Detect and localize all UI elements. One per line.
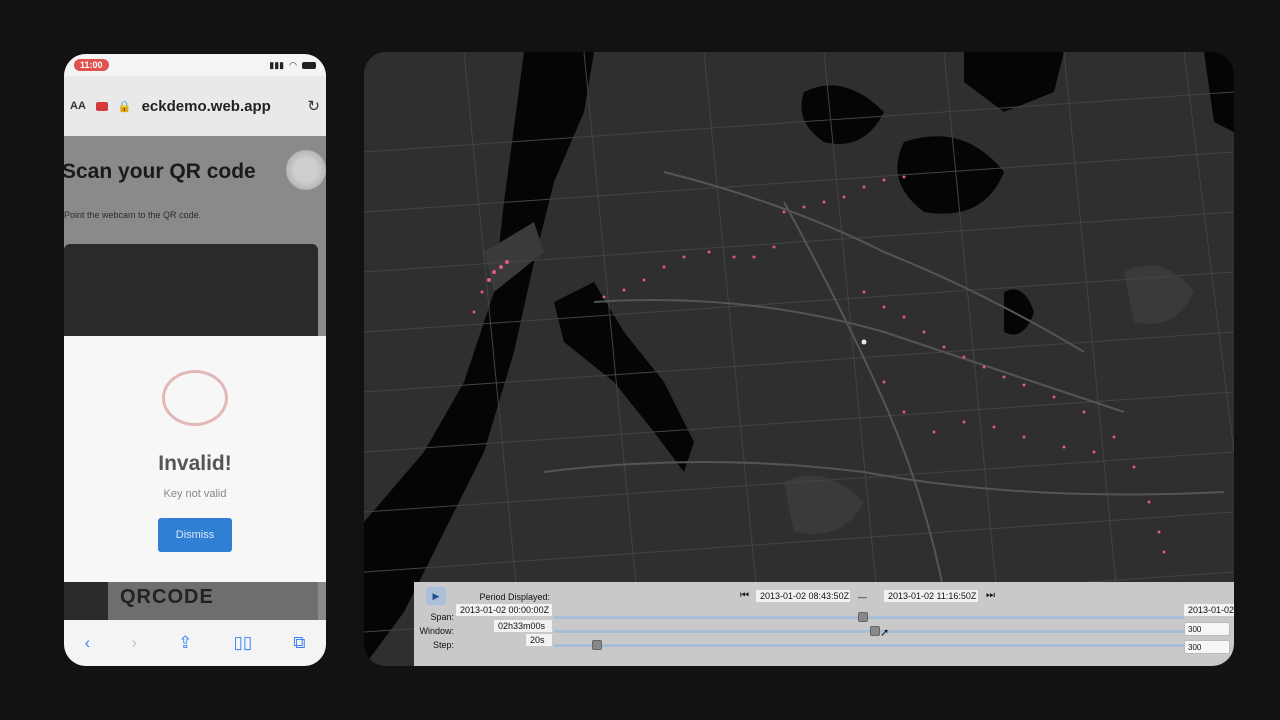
camera-active-icon[interactable] — [95, 101, 108, 111]
step-value: 20s — [526, 634, 552, 646]
span-slider-thumb[interactable] — [858, 612, 868, 622]
mouse-cursor-icon: ➚ — [880, 627, 890, 639]
window-spinbox[interactable]: 300 — [1184, 622, 1230, 636]
step-slider-thumb[interactable] — [592, 640, 602, 650]
period-label: Period Displayed: — [479, 592, 550, 602]
web-page: Scan your QR code Point the webcam to th… — [64, 136, 326, 626]
current-marker — [861, 339, 867, 345]
battery-icon — [302, 61, 316, 69]
play-icon: ▶ — [432, 590, 440, 601]
window-label: Window: — [419, 626, 454, 636]
step-label: Step: — [432, 640, 454, 650]
share-icon[interactable]: ⇪ — [178, 633, 192, 653]
browser-url-bar: AA 🔒 eckdemo.web.app ↻ — [64, 76, 326, 136]
page-subtitle: Point the webcam to the QR code. — [64, 210, 202, 220]
span-end: 2013-01-02 — [1184, 604, 1234, 616]
skip-back-icon[interactable]: ⏮ — [740, 590, 749, 601]
window-value: 02h33m00s — [494, 620, 552, 632]
lock-icon: 🔒 — [117, 100, 132, 113]
window-slider-thumb[interactable] — [870, 626, 880, 636]
signal-icon: ▮▮▮ — [269, 59, 285, 70]
forward-icon[interactable]: › — [131, 633, 137, 653]
qr-card-text: QRCODE — [120, 586, 214, 608]
map-window: ▶ Period Displayed: ⏮ 2013-01-02 08:43:5… — [364, 52, 1234, 666]
timeline-panel: ▶ Period Displayed: ⏮ 2013-01-02 08:43:5… — [414, 582, 1234, 666]
tabs-icon[interactable]: ⧉ — [293, 633, 305, 653]
skip-forward-icon[interactable]: ⏭ — [986, 590, 995, 601]
period-start: 2013-01-02 08:43:50Z — [756, 590, 850, 602]
period-end: 2013-01-02 11:16:50Z — [884, 590, 978, 602]
back-icon[interactable]: ‹ — [85, 633, 91, 653]
step-slider[interactable] — [554, 644, 1184, 647]
url-text[interactable]: eckdemo.web.app — [142, 98, 271, 115]
status-icons: ▮▮▮ ◠ — [269, 60, 316, 71]
dismiss-button[interactable]: Dismiss — [158, 518, 232, 552]
text-size-button[interactable]: AA — [70, 100, 86, 112]
browser-toolbar: ‹ › ⇪ ▯▯ ⧉ — [64, 620, 326, 666]
phone-screen: 11:00 ▮▮▮ ◠ AA 🔒 eckdemo.web.app ↻ Scan … — [64, 54, 326, 666]
status-bar: 11:00 ▮▮▮ ◠ — [64, 54, 326, 76]
wifi-icon: ◠ — [289, 59, 297, 70]
span-slider[interactable] — [554, 616, 1184, 619]
period-separator: — — [858, 592, 867, 602]
status-time: 11:00 — [74, 59, 109, 71]
bookmarks-icon[interactable]: ▯▯ — [233, 633, 252, 653]
invalid-modal: Invalid! Key not valid Dismiss — [64, 336, 326, 582]
step-spinbox[interactable]: 300 — [1184, 640, 1230, 654]
window-slider[interactable] — [554, 630, 1184, 633]
play-button[interactable]: ▶ — [426, 587, 446, 605]
avatar[interactable] — [286, 150, 326, 190]
span-start: 2013-01-02 00:00:00Z — [456, 604, 552, 616]
page-title: Scan your QR code — [64, 160, 256, 183]
modal-title: Invalid! — [158, 452, 232, 475]
error-ring-icon — [162, 370, 228, 426]
map-canvas[interactable] — [364, 52, 1234, 666]
span-label: Span: — [430, 612, 454, 622]
reload-icon[interactable]: ↻ — [307, 97, 320, 115]
modal-message: Key not valid — [163, 488, 227, 500]
